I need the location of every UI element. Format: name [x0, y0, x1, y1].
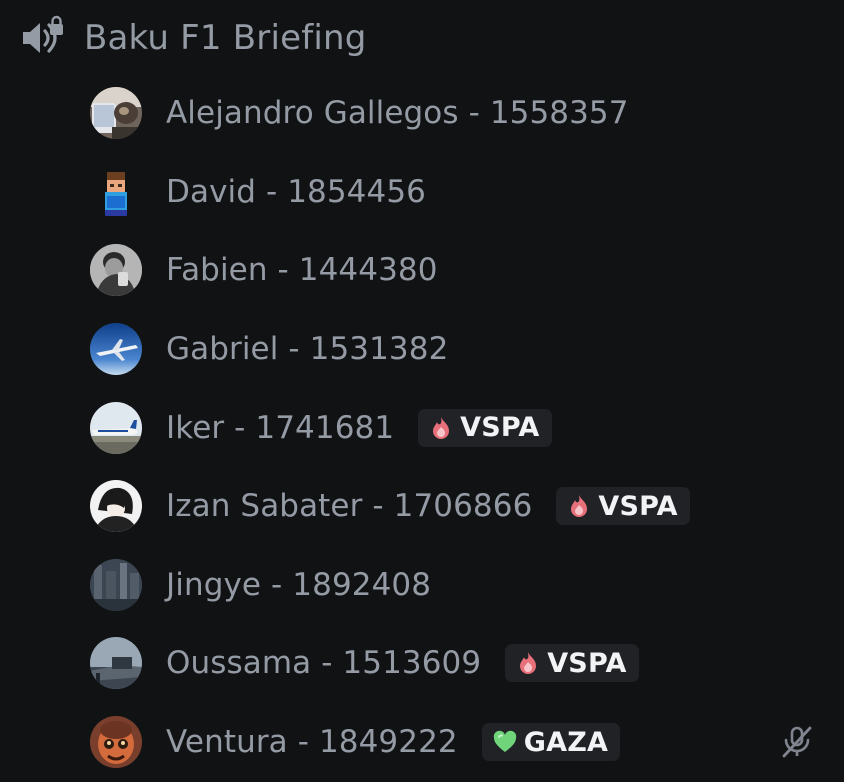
member-name: Ventura - 1849222 [166, 724, 458, 761]
guild-tag[interactable]: GAZA [481, 723, 621, 762]
member-name: Alejandro Gallegos - 1558357 [166, 95, 629, 132]
voice-member[interactable]: Jingye - 1892408 [90, 546, 830, 625]
member-name: David - 1854456 [166, 173, 426, 210]
avatar[interactable] [90, 323, 142, 376]
flame-icon [566, 493, 592, 519]
member-name: Oussama - 1513609 [166, 645, 482, 682]
guild-tag-label: GAZA [523, 726, 609, 758]
avatar[interactable] [90, 480, 142, 533]
member-name: Izan Sabater - 1706866 [166, 488, 533, 525]
avatar[interactable] [90, 637, 142, 690]
guild-tag-label: VSPA [547, 647, 627, 679]
guild-tag-label: VSPA [460, 412, 540, 444]
channel-name: Baku F1 Briefing [84, 18, 367, 58]
avatar[interactable] [90, 401, 142, 454]
member-name: Fabien - 1444380 [166, 252, 438, 289]
avatar[interactable] [90, 244, 142, 297]
voice-member[interactable]: Fabien - 1444380 [90, 231, 830, 310]
voice-member[interactable]: Izan Sabater - 1706866 VSPA [90, 467, 830, 546]
flame-icon [515, 650, 541, 676]
voice-member-list: Alejandro Gallegos - 1558357 David - 185… [90, 74, 830, 781]
flame-icon [428, 415, 454, 441]
green-heart-icon [492, 729, 518, 755]
member-name: Gabriel - 1531382 [166, 331, 449, 368]
member-name: Jingye - 1892408 [166, 566, 432, 603]
guild-tag[interactable]: VSPA [505, 644, 639, 683]
voice-member[interactable]: Alejandro Gallegos - 1558357 [90, 74, 830, 153]
voice-member[interactable]: David - 1854456 [90, 153, 830, 232]
voice-member[interactable]: Oussama - 1513609 VSPA [90, 624, 830, 703]
voice-member[interactable]: Ventura - 1849222 GAZA [90, 703, 830, 782]
voice-member[interactable]: Gabriel - 1531382 [90, 310, 830, 389]
member-name: Iker - 1741681 [166, 409, 395, 446]
avatar[interactable] [90, 165, 142, 218]
voice-channel-header[interactable]: Baku F1 Briefing [18, 10, 367, 66]
avatar[interactable] [90, 87, 142, 140]
avatar[interactable] [90, 716, 142, 769]
microphone-muted-icon [778, 723, 816, 761]
avatar[interactable] [90, 558, 142, 611]
guild-tag-label: VSPA [598, 490, 678, 522]
guild-tag[interactable]: VSPA [556, 487, 690, 526]
speaker-lock-icon [18, 14, 66, 62]
guild-tag[interactable]: VSPA [418, 408, 552, 447]
voice-member[interactable]: Iker - 1741681 VSPA [90, 388, 830, 467]
